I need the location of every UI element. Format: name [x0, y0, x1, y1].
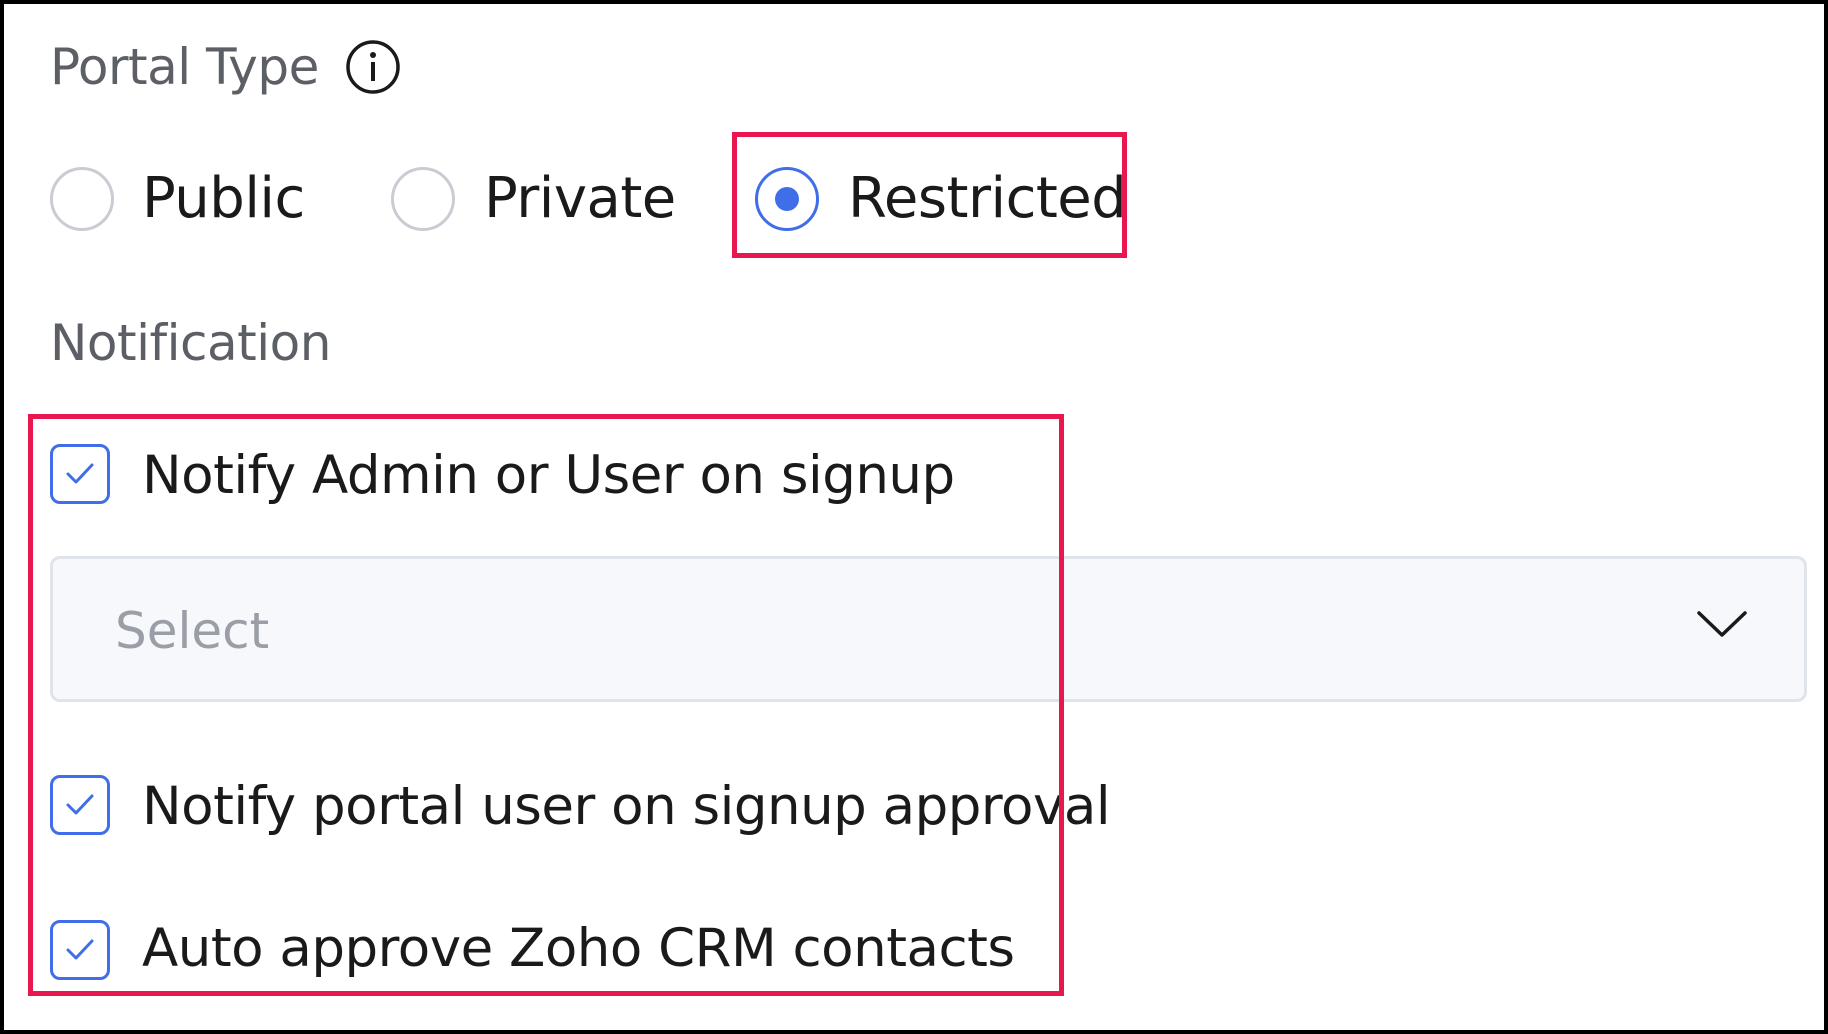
restricted-highlight-box	[732, 132, 1127, 258]
radio-private[interactable]	[391, 167, 455, 231]
portal-type-title: Portal Type	[50, 38, 319, 96]
radio-public[interactable]	[50, 167, 114, 231]
info-icon[interactable]	[344, 38, 402, 96]
portal-settings-panel: Portal Type Public Private Restricted No…	[0, 0, 1828, 1034]
notifications-highlight-box	[28, 414, 1064, 996]
radio-public-label[interactable]: Public	[142, 171, 305, 227]
radio-private-label[interactable]: Private	[484, 171, 676, 227]
notification-title: Notification	[50, 314, 331, 372]
chevron-down-icon	[1697, 611, 1747, 637]
